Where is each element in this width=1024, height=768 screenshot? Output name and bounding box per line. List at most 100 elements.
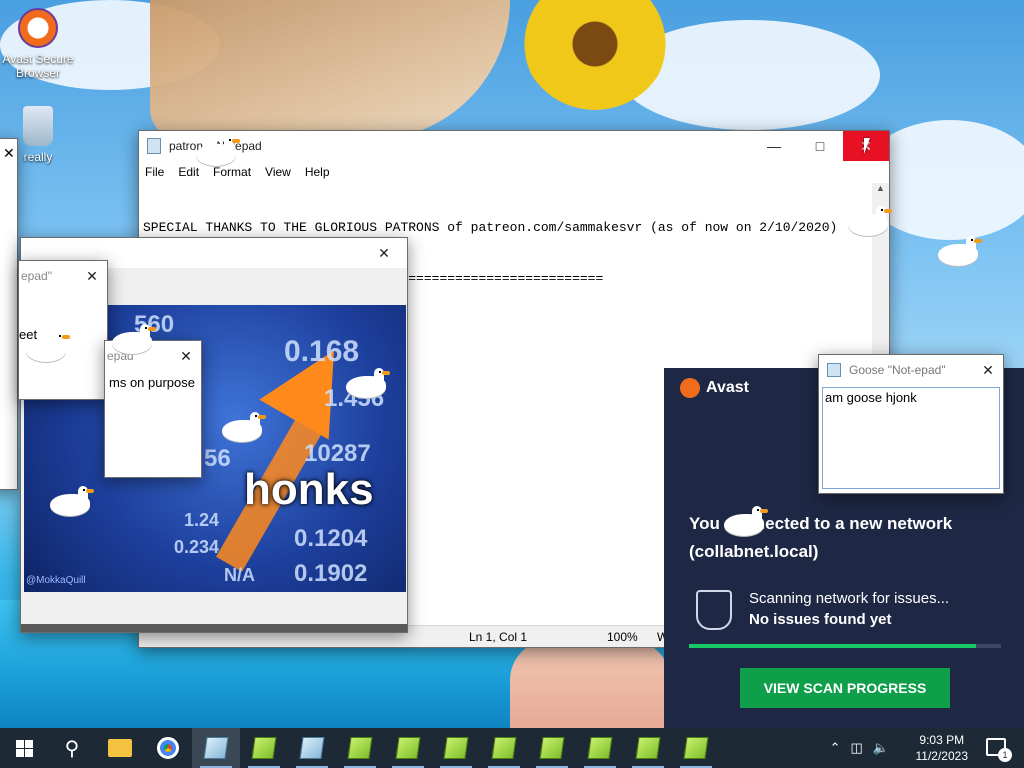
cursor-position: Ln 1, Col 1 [469, 629, 528, 644]
close-button[interactable]: ✕ [171, 341, 201, 371]
close-button[interactable]: ✕ [973, 355, 1003, 385]
goose-notepad-titlebar[interactable]: Goose "Not-epad" ✕ [819, 355, 1003, 385]
window-title: Goose "Not-epad" [849, 363, 946, 377]
menu-file[interactable]: File [145, 165, 164, 179]
goose-sprite[interactable] [50, 486, 98, 518]
goose-notepad-icon [443, 737, 469, 759]
goose-sprite[interactable] [196, 136, 244, 168]
goose-sprite[interactable] [112, 324, 160, 356]
goose-sprite[interactable] [724, 506, 772, 538]
chrome-icon [157, 737, 179, 759]
scroll-up-icon[interactable]: ▲ [872, 183, 889, 193]
taskbar-clock[interactable]: 9:03 PM 11/2/2023 [916, 732, 969, 764]
goose-notepad-icon [683, 737, 709, 759]
desktop-icon-avast-browser[interactable]: Avast Secure Browser [0, 8, 76, 80]
search-icon: ⚲ [64, 737, 80, 760]
taskbar-chrome[interactable] [144, 728, 192, 768]
goose-notepad-titlebar[interactable]: epad" ✕ [19, 261, 107, 291]
recycle-bin-icon [23, 106, 53, 146]
stock-number: 0.1204 [294, 525, 368, 552]
stock-number: 0.168 [284, 335, 360, 368]
goose-notepad-icon [539, 737, 565, 759]
menu-bar: File Edit Format View Help [139, 161, 889, 183]
taskbar-notepad[interactable] [288, 728, 336, 768]
desktop-icon-label: Avast Secure Browser [2, 52, 74, 80]
speaker-mute-icon[interactable]: 🔈 [873, 740, 899, 755]
network-shield-icon [696, 590, 732, 630]
clock-time: 9:03 PM [919, 733, 965, 747]
taskbar-goose-notepad[interactable] [672, 728, 720, 768]
mouse-cursor [864, 138, 870, 154]
taskbar-goose-notepad[interactable] [624, 728, 672, 768]
close-icon[interactable]: ✕ [3, 145, 15, 162]
goose-notepad-icon [347, 737, 373, 759]
taskbar-goose-notepad[interactable] [528, 728, 576, 768]
system-tray[interactable]: ⌃◫🔈 [830, 740, 899, 756]
maximize-button[interactable]: □ [797, 131, 843, 161]
stock-number: 56 [204, 445, 231, 472]
network-icon[interactable]: ◫ [851, 740, 873, 755]
scan-progress-fill [689, 644, 977, 648]
wallpaper-figure [510, 640, 670, 730]
goose-notepad-icon [251, 737, 277, 759]
window-title: epad" [21, 269, 52, 283]
stock-number: N/A [224, 565, 255, 585]
menu-help[interactable]: Help [305, 165, 330, 179]
scan-result: No issues found yet [749, 611, 892, 628]
taskbar-goose-notepad[interactable] [432, 728, 480, 768]
zoom-level: 100% [607, 629, 638, 644]
folder-icon [108, 739, 132, 757]
taskbar-goose-notepad[interactable] [576, 728, 624, 768]
goose-notepad-small[interactable]: epad" ✕ ms on purpose [104, 340, 202, 478]
goose-sprite[interactable] [26, 332, 74, 364]
goose-sprite[interactable] [222, 412, 270, 444]
offscreen-window[interactable]: ✕ [0, 138, 18, 490]
taskbar-goose-notepad[interactable] [384, 728, 432, 768]
minimize-button[interactable]: — [751, 131, 797, 161]
notepad-icon [147, 138, 161, 154]
action-center-icon[interactable]: 1 [986, 738, 1012, 762]
taskbar-goose-notepad[interactable] [240, 728, 288, 768]
search-button[interactable]: ⚲ [48, 728, 96, 768]
note-text[interactable]: ms on purpose [109, 375, 195, 390]
stock-number: 10287 [304, 440, 371, 467]
goose-notepad-icon [395, 737, 421, 759]
wallpaper-wing [150, 0, 510, 140]
notepad-icon [299, 737, 325, 759]
taskbar: ⚲ ⌃◫🔈 9:03 PM 11/2/2023 1 [0, 728, 1024, 768]
taskbar-file-explorer[interactable] [96, 728, 144, 768]
taskbar-goose-notepad[interactable] [336, 728, 384, 768]
goose-sprite[interactable] [848, 206, 896, 238]
menu-view[interactable]: View [265, 165, 291, 179]
goose-notepad[interactable]: Goose "Not-epad" ✕ am goose hjonk [818, 354, 1004, 494]
notepad-titlebar[interactable]: patron... Notepad — □ ✕ [139, 131, 889, 161]
stock-number: 0.234 [174, 537, 220, 557]
stock-number: 1.24 [184, 510, 220, 530]
avast-logo-icon [680, 378, 700, 398]
goose-sprite[interactable] [346, 368, 394, 400]
chevron-up-icon[interactable]: ⌃ [830, 740, 851, 755]
taskbar-notepad[interactable] [192, 728, 240, 768]
meme-window-bottom [21, 624, 407, 632]
note-text[interactable]: am goose hjonk [822, 387, 1000, 489]
meme-credit: @MokkaQuill [26, 575, 86, 586]
start-button[interactable] [0, 728, 48, 768]
goose-notepad-icon [635, 737, 661, 759]
scan-status: Scanning network for issues... [749, 590, 950, 607]
goose-notepad-small[interactable]: epad" ✕ eet [18, 260, 108, 400]
close-button[interactable]: ✕ [361, 238, 407, 268]
notification-count: 1 [998, 748, 1012, 762]
close-button[interactable]: ✕ [77, 261, 107, 291]
scan-progress-bar [689, 644, 1001, 648]
goose-notepad-icon [491, 737, 517, 759]
notepad-icon [827, 363, 841, 377]
avast-brand-name: Avast [706, 379, 749, 396]
goose-sprite[interactable] [938, 236, 986, 268]
text-line: SPECIAL THANKS TO THE GLORIOUS PATRONS o… [143, 220, 838, 235]
view-scan-progress-button[interactable]: VIEW SCAN PROGRESS [740, 668, 950, 708]
notepad-icon [203, 737, 229, 759]
taskbar-goose-notepad[interactable] [480, 728, 528, 768]
windows-logo-icon [15, 739, 33, 757]
meme-caption: honks [244, 465, 374, 514]
avast-browser-icon [18, 8, 58, 48]
